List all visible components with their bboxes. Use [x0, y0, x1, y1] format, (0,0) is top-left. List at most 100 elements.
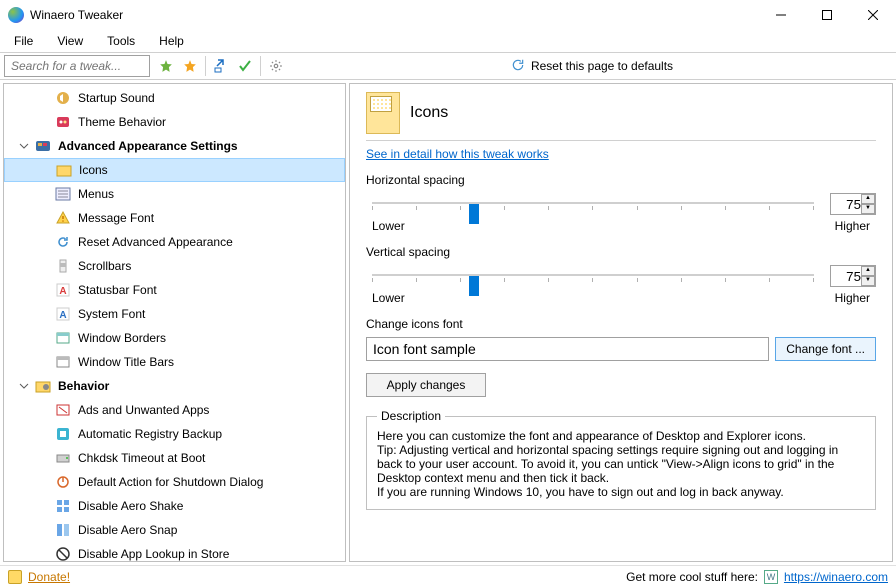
- menubar: File View Tools Help: [0, 30, 896, 52]
- tree-item-chkdsk[interactable]: Chkdsk Timeout at Boot: [4, 446, 345, 470]
- warning-icon: [54, 209, 72, 227]
- statusbar: Donate! Get more cool stuff here: W http…: [0, 565, 896, 587]
- gear-icon[interactable]: [265, 55, 287, 77]
- lower-label: Lower: [372, 291, 405, 305]
- chevron-down-icon[interactable]: [18, 140, 30, 152]
- font-a-blue-icon: A: [54, 305, 72, 323]
- higher-label: Higher: [835, 291, 870, 305]
- tree-label: Theme Behavior: [78, 115, 166, 129]
- spin-down-icon[interactable]: ▼: [861, 204, 875, 214]
- tree-item-theme-behavior[interactable]: Theme Behavior: [4, 110, 345, 134]
- tree-item-message-font[interactable]: Message Font: [4, 206, 345, 230]
- tree-label: System Font: [78, 307, 145, 321]
- svg-text:A: A: [59, 286, 66, 297]
- donate-link[interactable]: Donate!: [28, 570, 70, 584]
- change-font-button[interactable]: Change font ...: [775, 337, 876, 361]
- tree-item-aero-snap[interactable]: Disable Aero Snap: [4, 518, 345, 542]
- change-font-label: Change icons font: [366, 317, 876, 331]
- registry-icon: [54, 425, 72, 443]
- menu-tools[interactable]: Tools: [97, 32, 145, 50]
- reset-icon: [511, 58, 525, 75]
- block-icon: [54, 401, 72, 419]
- tree-pane: Startup Sound Theme Behavior Advanced Ap…: [3, 83, 346, 562]
- tree-label: Statusbar Font: [78, 283, 157, 297]
- menu-file[interactable]: File: [4, 32, 43, 50]
- titlebar: Winaero Tweaker: [0, 0, 896, 30]
- horizontal-spacing-label: Horizontal spacing: [366, 173, 876, 187]
- tree-item-window-borders[interactable]: Window Borders: [4, 326, 345, 350]
- folder-icons-icon: [366, 92, 400, 134]
- gear-folder-icon: [34, 377, 52, 395]
- tree-label: Behavior: [58, 379, 109, 393]
- vertical-spacing-slider[interactable]: [366, 266, 820, 286]
- expand-tree-icon[interactable]: [210, 55, 232, 77]
- window-title: Winaero Tweaker: [30, 8, 758, 22]
- menu-icon: [54, 185, 72, 203]
- tree-item-window-titlebars[interactable]: Window Title Bars: [4, 350, 345, 374]
- tree-item-auto-registry-backup[interactable]: Automatic Registry Backup: [4, 422, 345, 446]
- tree-label: Disable Aero Snap: [78, 523, 177, 537]
- tree-item-startup-sound[interactable]: Startup Sound: [4, 86, 345, 110]
- titlebar-icon: [54, 353, 72, 371]
- reset-icon: [54, 233, 72, 251]
- tree-label: Scrollbars: [78, 259, 131, 273]
- nav-tree[interactable]: Startup Sound Theme Behavior Advanced Ap…: [4, 84, 345, 561]
- donate-icon: [8, 570, 22, 584]
- apply-changes-button[interactable]: Apply changes: [366, 373, 486, 397]
- palette-icon: [34, 137, 52, 155]
- menu-help[interactable]: Help: [149, 32, 194, 50]
- tree-label: Window Title Bars: [78, 355, 174, 369]
- description-text: Here you can customize the font and appe…: [377, 429, 865, 443]
- tree-label: Chkdsk Timeout at Boot: [78, 451, 205, 465]
- toolbar: Reset this page to defaults: [0, 52, 896, 80]
- description-box: Description Here you can customize the f…: [366, 409, 876, 510]
- tree-label: Advanced Appearance Settings: [58, 139, 238, 153]
- higher-label: Higher: [835, 219, 870, 233]
- minimize-button[interactable]: [758, 0, 804, 30]
- tree-item-shutdown-dialog[interactable]: Default Action for Shutdown Dialog: [4, 470, 345, 494]
- spin-up-icon[interactable]: ▲: [861, 194, 875, 204]
- tree-label: Menus: [78, 187, 114, 201]
- tree-label: Ads and Unwanted Apps: [78, 403, 209, 417]
- tree-item-menus[interactable]: Menus: [4, 182, 345, 206]
- more-stuff-label: Get more cool stuff here:: [626, 570, 758, 584]
- tree-label: Startup Sound: [78, 91, 155, 105]
- tree-item-system-font[interactable]: A System Font: [4, 302, 345, 326]
- spin-down-icon[interactable]: ▼: [861, 276, 875, 286]
- chevron-down-icon[interactable]: [18, 380, 30, 392]
- maximize-button[interactable]: [804, 0, 850, 30]
- checkmark-icon[interactable]: [234, 55, 256, 77]
- fav-orange-star-icon[interactable]: [179, 55, 201, 77]
- scroll-icon: [54, 257, 72, 275]
- description-text: If you are running Windows 10, you have …: [377, 485, 865, 499]
- menu-view[interactable]: View: [47, 32, 93, 50]
- tree-label: Icons: [79, 163, 108, 177]
- tree-item-scrollbars[interactable]: Scrollbars: [4, 254, 345, 278]
- horizontal-spacing-slider[interactable]: [366, 194, 820, 214]
- app-icon: [8, 7, 24, 23]
- theme-icon: [54, 113, 72, 131]
- tree-label: Disable App Lookup in Store: [78, 547, 229, 561]
- tree-item-icons[interactable]: Icons: [4, 158, 345, 182]
- tree-item-reset-appearance[interactable]: Reset Advanced Appearance: [4, 230, 345, 254]
- detail-link[interactable]: See in detail how this tweak works: [366, 147, 549, 161]
- close-button[interactable]: [850, 0, 896, 30]
- fav-green-star-icon[interactable]: [155, 55, 177, 77]
- reset-page-button[interactable]: Reset this page to defaults: [531, 59, 673, 73]
- tree-item-aero-shake[interactable]: Disable Aero Shake: [4, 494, 345, 518]
- page-title: Icons: [410, 104, 448, 122]
- winaero-link[interactable]: https://winaero.com: [784, 570, 888, 584]
- store-block-icon: [54, 545, 72, 561]
- tree-cat-behavior[interactable]: Behavior: [4, 374, 345, 398]
- spin-up-icon[interactable]: ▲: [861, 266, 875, 276]
- tree-label: Message Font: [78, 211, 154, 225]
- font-sample-box: Icon font sample: [366, 337, 769, 361]
- tree-cat-advanced-appearance[interactable]: Advanced Appearance Settings: [4, 134, 345, 158]
- tree-item-statusbar-font[interactable]: A Statusbar Font: [4, 278, 345, 302]
- font-a-red-icon: A: [54, 281, 72, 299]
- winaero-badge-icon: W: [764, 570, 778, 584]
- search-input[interactable]: [4, 55, 150, 77]
- tree-item-ads[interactable]: Ads and Unwanted Apps: [4, 398, 345, 422]
- description-legend: Description: [377, 409, 445, 423]
- tree-item-app-lookup[interactable]: Disable App Lookup in Store: [4, 542, 345, 561]
